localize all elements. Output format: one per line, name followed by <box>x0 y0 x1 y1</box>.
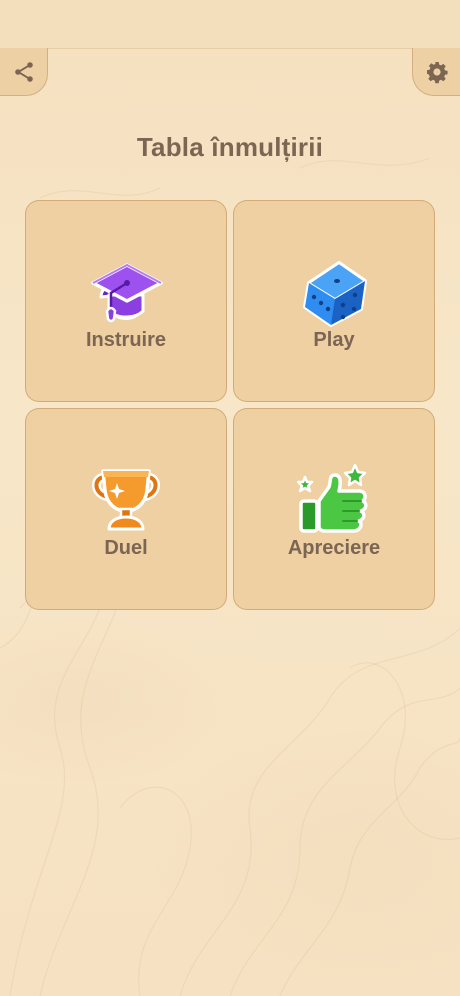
share-button[interactable] <box>0 48 48 96</box>
settings-button[interactable] <box>412 48 460 96</box>
menu-tile-instruire[interactable]: Instruire <box>25 200 227 402</box>
gear-icon <box>426 61 448 83</box>
menu-tile-apreciere[interactable]: Apreciere <box>233 408 435 610</box>
menu-tile-duel[interactable]: Duel <box>25 408 227 610</box>
share-icon <box>14 61 33 82</box>
menu-label: Play <box>313 329 355 351</box>
menu-label: Apreciere <box>287 537 381 559</box>
status-bar <box>0 0 460 49</box>
thumbs-up-icon <box>296 463 368 533</box>
menu-label: Instruire <box>85 329 167 351</box>
trophy-icon <box>92 469 160 531</box>
app-screen: Tabla înmulțirii Instruire Play Duel Apr… <box>0 0 460 996</box>
menu-label: Duel <box>104 537 148 559</box>
dice-icon <box>303 261 367 327</box>
page-title: Tabla înmulțirii <box>136 132 324 162</box>
graduation-cap-icon <box>91 263 163 323</box>
menu-tile-play[interactable]: Play <box>233 200 435 402</box>
